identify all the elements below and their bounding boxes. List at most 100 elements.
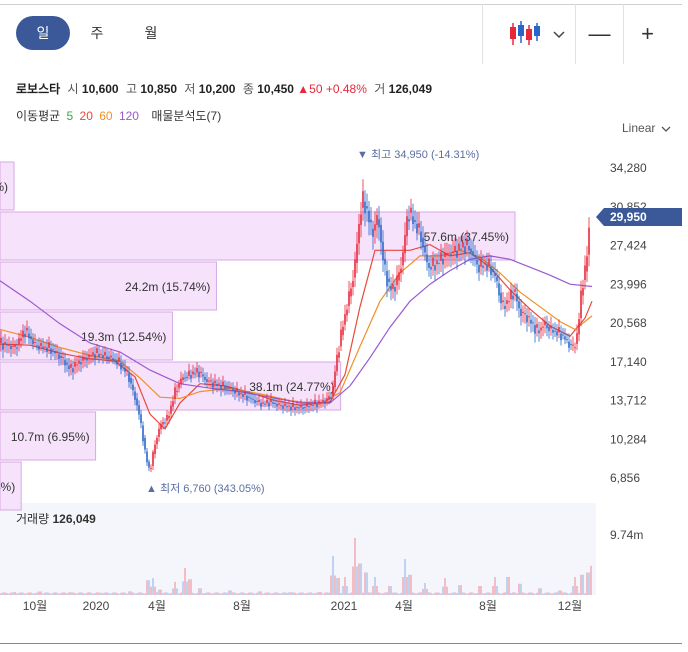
- candle-body: [14, 344, 16, 347]
- volume-bar: [300, 592, 302, 595]
- volume-bar: [292, 592, 294, 595]
- candle-body: [342, 326, 344, 336]
- time-tick-label: 8월: [233, 599, 251, 613]
- candle-body: [120, 362, 122, 370]
- volume-bar: [112, 592, 114, 595]
- candle-body: [204, 376, 206, 380]
- volume-bar: [380, 593, 382, 595]
- volume-bar: [364, 572, 366, 595]
- candle-body: [140, 414, 142, 424]
- candle-body: [322, 399, 324, 402]
- volume-bar: [498, 592, 500, 595]
- stock-chart[interactable]: 1.55m (1.01%)57.6m (37.45%)24.2m (15.74%…: [0, 0, 688, 652]
- volume-bar: [98, 592, 100, 595]
- price-tick-label: 6,856: [610, 471, 640, 485]
- candle-body: [482, 265, 484, 268]
- volume-bar: [438, 592, 440, 595]
- bottom-divider: [0, 643, 682, 644]
- volume-bar: [338, 577, 340, 595]
- volume-bar: [486, 592, 488, 595]
- volume-bar: [302, 592, 304, 595]
- candle-body: [350, 288, 352, 297]
- volume-bar: [328, 592, 330, 595]
- candle-body: [556, 331, 558, 336]
- candle-body: [294, 407, 296, 410]
- candle-body: [550, 325, 552, 329]
- volume-bar: [124, 592, 126, 595]
- candle-body: [448, 254, 450, 256]
- volume-bar: [140, 592, 142, 595]
- volume-bar: [330, 575, 332, 595]
- time-tick-label: 8월: [479, 599, 497, 613]
- candle-body: [258, 400, 260, 402]
- candle-body: [84, 357, 86, 360]
- volume-bar: [458, 585, 460, 595]
- candle-body: [436, 260, 438, 265]
- candle-body: [454, 245, 456, 252]
- candle-body: [46, 347, 48, 352]
- volume-bar: [4, 592, 6, 595]
- volume-bar: [116, 592, 118, 595]
- volume-bar: [588, 572, 590, 595]
- volume-bar: [136, 593, 138, 595]
- candle-body: [232, 388, 234, 391]
- candle-body: [338, 352, 340, 358]
- volume-bar: [168, 593, 170, 595]
- volume-bar: [30, 592, 32, 595]
- volume-bar: [514, 592, 516, 595]
- volume-bar: [586, 572, 588, 595]
- volume-bar: [484, 593, 486, 595]
- candle-body: [452, 251, 454, 253]
- volume-bar: [468, 592, 470, 595]
- volume-bar: [174, 581, 176, 595]
- volume-bar: [148, 580, 150, 595]
- candle-body: [468, 246, 470, 251]
- candle-body: [290, 406, 292, 411]
- volume-bar: [392, 592, 394, 595]
- candle-body: [210, 380, 212, 382]
- volume-bar: [404, 559, 406, 595]
- volume-bar: [370, 592, 372, 595]
- volume-bar: [94, 592, 96, 595]
- volume-bar: [90, 592, 92, 595]
- volume-bar: [532, 592, 534, 595]
- volume-bar: [538, 588, 540, 595]
- volume-bar: [500, 593, 502, 595]
- volume-bar: [60, 592, 62, 595]
- candle-body: [500, 292, 502, 304]
- candle-body: [410, 207, 412, 213]
- volume-bar: [260, 591, 262, 595]
- volume-bar: [516, 593, 518, 595]
- volume-bar: [208, 592, 210, 595]
- candle-body: [186, 376, 188, 378]
- candle-body: [510, 289, 512, 300]
- volume-bar: [570, 592, 572, 595]
- volume-bar: [146, 580, 148, 595]
- volume-bar: [188, 579, 190, 595]
- volume-bar: [246, 593, 248, 595]
- volume-bar: [440, 593, 442, 595]
- candle-body: [286, 406, 288, 408]
- volume-bar: [340, 593, 342, 595]
- volume-bar: [558, 590, 560, 595]
- candle-body: [110, 355, 112, 358]
- volume-bar: [466, 593, 468, 595]
- candle-body: [288, 405, 290, 407]
- volume-bar: [510, 592, 512, 595]
- volume-bar: [480, 586, 482, 595]
- volume-bar: [408, 574, 410, 595]
- price-tick-label: 34,280: [610, 161, 647, 175]
- volume-bar: [220, 593, 222, 595]
- volume-bar: [496, 586, 498, 595]
- volume-bar: [452, 592, 454, 595]
- price-tick-label: 20,568: [610, 316, 647, 330]
- volume-bar: [170, 593, 172, 595]
- volume-bar: [92, 593, 94, 595]
- volume-bar: [6, 593, 8, 595]
- candle-body: [402, 252, 404, 266]
- volume-bar: [358, 563, 360, 595]
- candle-body: [190, 375, 192, 379]
- volume-bar: [528, 592, 530, 595]
- candle-body: [466, 238, 468, 246]
- candle-body: [248, 396, 250, 398]
